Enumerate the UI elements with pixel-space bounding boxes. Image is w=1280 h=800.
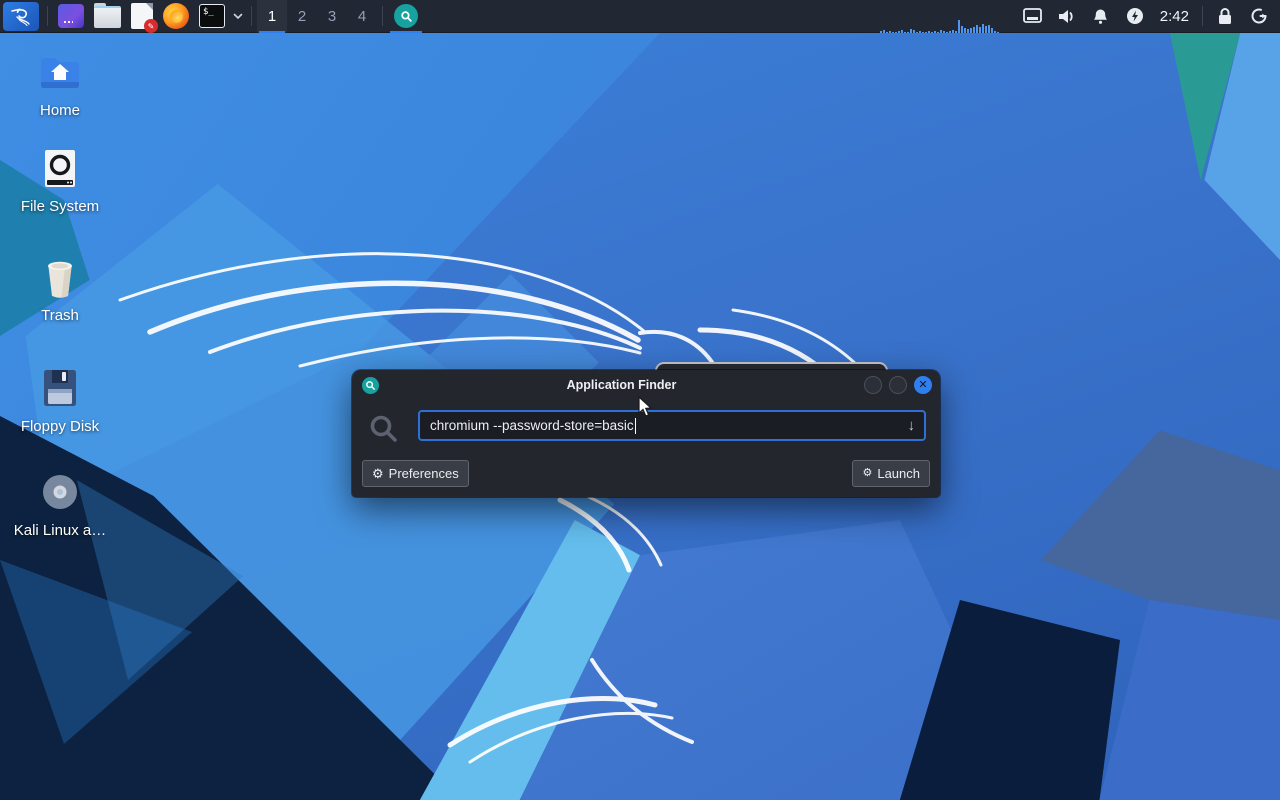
app-window-icon xyxy=(58,4,84,28)
tray-notifications[interactable] xyxy=(1084,0,1118,33)
appfinder-window-icon xyxy=(362,376,379,394)
launcher-firefox[interactable] xyxy=(158,0,194,33)
launcher-terminal[interactable]: $_ xyxy=(194,0,230,33)
launcher-text-editor[interactable]: ✎ xyxy=(126,0,158,33)
workspace-1[interactable]: 1 xyxy=(257,0,287,33)
appfinder-task-icon xyxy=(394,4,418,28)
desktop-icon-label: Kali Linux a… xyxy=(13,522,107,539)
preferences-button[interactable]: ⚙ Preferences xyxy=(362,460,469,487)
workspace-2[interactable]: 2 xyxy=(287,0,317,33)
launcher-app-window[interactable] xyxy=(53,0,89,33)
search-icon xyxy=(370,415,397,442)
panel-separator xyxy=(382,6,383,26)
applications-menu-button[interactable] xyxy=(3,1,39,31)
window-title: Application Finder xyxy=(566,378,677,392)
search-input-value: chromium --password-store=basic xyxy=(430,418,634,433)
clock[interactable]: 2:42 xyxy=(1152,8,1197,25)
desktop-icon-label: Floppy Disk xyxy=(20,418,100,435)
workspace-4[interactable]: 4 xyxy=(347,0,377,33)
top-panel: ✎ $_ 1 2 3 4 2:42 xyxy=(0,0,1280,33)
workspace-3[interactable]: 3 xyxy=(317,0,347,33)
terminal-icon: $_ xyxy=(199,4,225,28)
launch-button[interactable]: ⚙ Launch xyxy=(852,460,930,487)
taskbar-application-finder[interactable] xyxy=(388,0,424,33)
gear-icon: ⚙ xyxy=(372,466,384,481)
tray-volume[interactable] xyxy=(1050,0,1084,33)
cdrom-disc-icon xyxy=(43,475,77,509)
tray-display[interactable] xyxy=(1016,0,1050,33)
maximize-button[interactable] xyxy=(889,376,907,394)
desktop-icon-label: File System xyxy=(20,198,100,215)
text-caret xyxy=(634,417,636,434)
display-icon xyxy=(1023,8,1043,23)
workspace-switcher: 1 2 3 4 xyxy=(257,0,377,33)
quick-launchers: ✎ $_ xyxy=(53,0,246,33)
text-editor-icon: ✎ xyxy=(131,3,158,33)
panel-separator xyxy=(251,6,252,26)
desktop-icon-kali-cd[interactable]: Kali Linux a… xyxy=(12,468,108,539)
panel-right-cluster: 2:42 xyxy=(879,0,1280,33)
trash-can-icon xyxy=(48,261,72,298)
power-bolt-icon xyxy=(1126,8,1143,24)
firefox-icon xyxy=(163,3,189,29)
lock-icon xyxy=(1219,8,1231,24)
logout-button[interactable] xyxy=(1242,0,1276,33)
logout-icon xyxy=(1251,8,1267,24)
desktop-icon-filesystem[interactable]: File System xyxy=(12,144,108,215)
launch-button-label: Launch xyxy=(877,466,920,481)
preferences-button-label: Preferences xyxy=(388,466,459,481)
terminal-dropdown[interactable] xyxy=(230,0,246,33)
chevron-down-icon xyxy=(233,13,243,20)
mouse-cursor xyxy=(638,396,653,417)
cpu-graph[interactable] xyxy=(879,0,1006,33)
dropdown-arrow-icon[interactable]: ↓ xyxy=(908,417,916,434)
home-folder-icon xyxy=(41,58,79,88)
launcher-file-manager[interactable] xyxy=(89,0,126,33)
desktop-icon-trash[interactable]: Trash xyxy=(12,253,108,324)
application-finder-window: Application Finder ✕ chromium --password… xyxy=(352,370,940,497)
desktop-icon-column: Home File System Trash Floppy Disk Kali … xyxy=(12,48,108,539)
run-gear-icon: ⚙ xyxy=(862,467,873,479)
filesystem-drive-icon xyxy=(45,150,75,187)
close-button[interactable]: ✕ xyxy=(914,376,932,394)
desktop-icon-label: Trash xyxy=(41,307,79,324)
kali-logo-icon xyxy=(11,8,30,27)
desktop-icon-label: Home xyxy=(39,102,80,119)
button-row: ⚙ Preferences ⚙ Launch xyxy=(352,460,940,487)
tray-power-manager[interactable] xyxy=(1118,0,1152,33)
floppy-disk-icon xyxy=(44,370,76,406)
lock-screen-button[interactable] xyxy=(1208,0,1242,33)
panel-separator xyxy=(1202,6,1203,26)
bell-icon xyxy=(1094,9,1108,24)
desktop-icon-home[interactable]: Home xyxy=(12,48,108,119)
desktop-icon-floppy[interactable]: Floppy Disk xyxy=(12,364,108,435)
minimize-button[interactable] xyxy=(864,376,882,394)
search-input[interactable]: chromium --password-store=basic ↓ xyxy=(418,410,926,441)
file-manager-icon xyxy=(94,3,121,28)
panel-separator xyxy=(47,6,48,26)
speaker-icon xyxy=(1059,9,1073,23)
